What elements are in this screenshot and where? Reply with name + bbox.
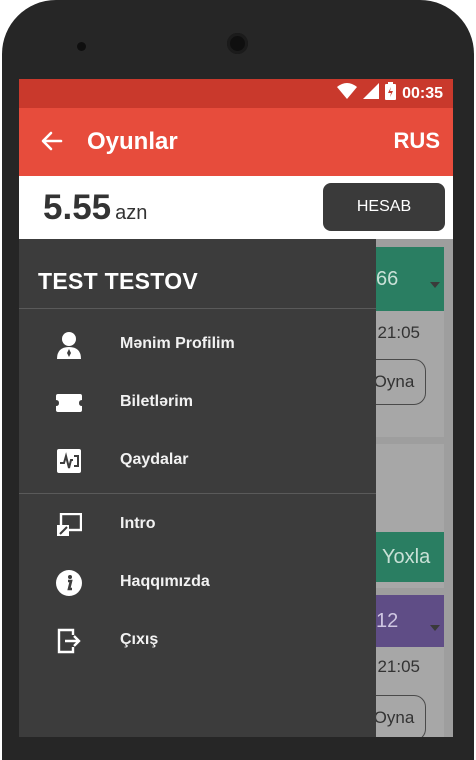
menu-item-about[interactable]: Haqqımızda bbox=[19, 553, 376, 611]
wifi-icon bbox=[337, 83, 358, 104]
chevron-down-icon bbox=[430, 618, 440, 636]
game-chip[interactable]: 12 bbox=[368, 595, 444, 647]
status-bar: 00:35 bbox=[19, 79, 453, 108]
exit-icon bbox=[55, 627, 83, 655]
hesab-button[interactable]: HESAB bbox=[323, 183, 445, 231]
menu-item-label: Qaydalar bbox=[120, 451, 189, 468]
status-time: 00:35 bbox=[402, 84, 443, 102]
menu-item-label: Mənim Profilim bbox=[120, 335, 235, 352]
game-card[interactable]: 12 t 21:05 Oyna bbox=[362, 595, 444, 737]
page-title: Oyunlar bbox=[87, 128, 178, 155]
menu-item-label: Haqqımızda bbox=[120, 573, 210, 590]
battery-icon bbox=[385, 82, 397, 105]
game-chip[interactable]: 66 bbox=[368, 247, 444, 311]
drawer-user-name: TEST TESTOV bbox=[38, 268, 199, 294]
navigation-drawer: TEST TESTOV Mənim Profilim Biletlərim Qa… bbox=[19, 239, 376, 737]
menu-item-profile[interactable]: Mənim Profilim bbox=[19, 315, 376, 373]
drawer-divider bbox=[19, 493, 376, 494]
menu-item-label: Çıxış bbox=[120, 631, 159, 648]
chevron-down-icon bbox=[430, 275, 440, 293]
yoxla-button[interactable]: Yoxla bbox=[368, 532, 444, 582]
menu-item-tickets[interactable]: Biletlərim bbox=[19, 373, 376, 431]
game-card[interactable]: Yoxla bbox=[368, 444, 444, 588]
menu-item-label: Biletlərim bbox=[120, 393, 193, 410]
info-icon bbox=[55, 569, 83, 597]
drawer-divider bbox=[19, 308, 376, 309]
balance-bar: 5.55 azn HESAB bbox=[19, 176, 453, 239]
user-icon bbox=[55, 331, 83, 359]
screen: 00:35 Oyunlar RUS 5.55 azn HESAB 66 t 21:… bbox=[19, 79, 453, 737]
menu-item-label: Intro bbox=[120, 515, 156, 532]
signal-icon bbox=[363, 83, 380, 104]
language-switch[interactable]: RUS bbox=[394, 128, 440, 154]
game-chip-value: 66 bbox=[376, 267, 399, 290]
front-camera bbox=[227, 33, 248, 54]
back-arrow-icon[interactable] bbox=[39, 128, 65, 154]
balance-unit: azn bbox=[115, 202, 148, 224]
app-bar: Oyunlar RUS bbox=[19, 108, 453, 176]
balance-display: 5.55 azn bbox=[43, 188, 147, 228]
yoxla-label: Yoxla bbox=[382, 545, 431, 568]
rules-icon bbox=[55, 447, 83, 475]
intro-icon bbox=[55, 511, 83, 539]
ticket-icon bbox=[55, 389, 83, 417]
speaker bbox=[77, 42, 86, 51]
game-chip-value: 12 bbox=[376, 609, 399, 632]
game-card[interactable]: 66 t 21:05 Oyna bbox=[362, 247, 444, 437]
menu-item-intro[interactable]: Intro bbox=[19, 495, 376, 553]
menu-item-exit[interactable]: Çıxış bbox=[19, 611, 376, 669]
balance-value: 5.55 bbox=[43, 188, 112, 227]
menu-item-rules[interactable]: Qaydalar bbox=[19, 431, 376, 489]
